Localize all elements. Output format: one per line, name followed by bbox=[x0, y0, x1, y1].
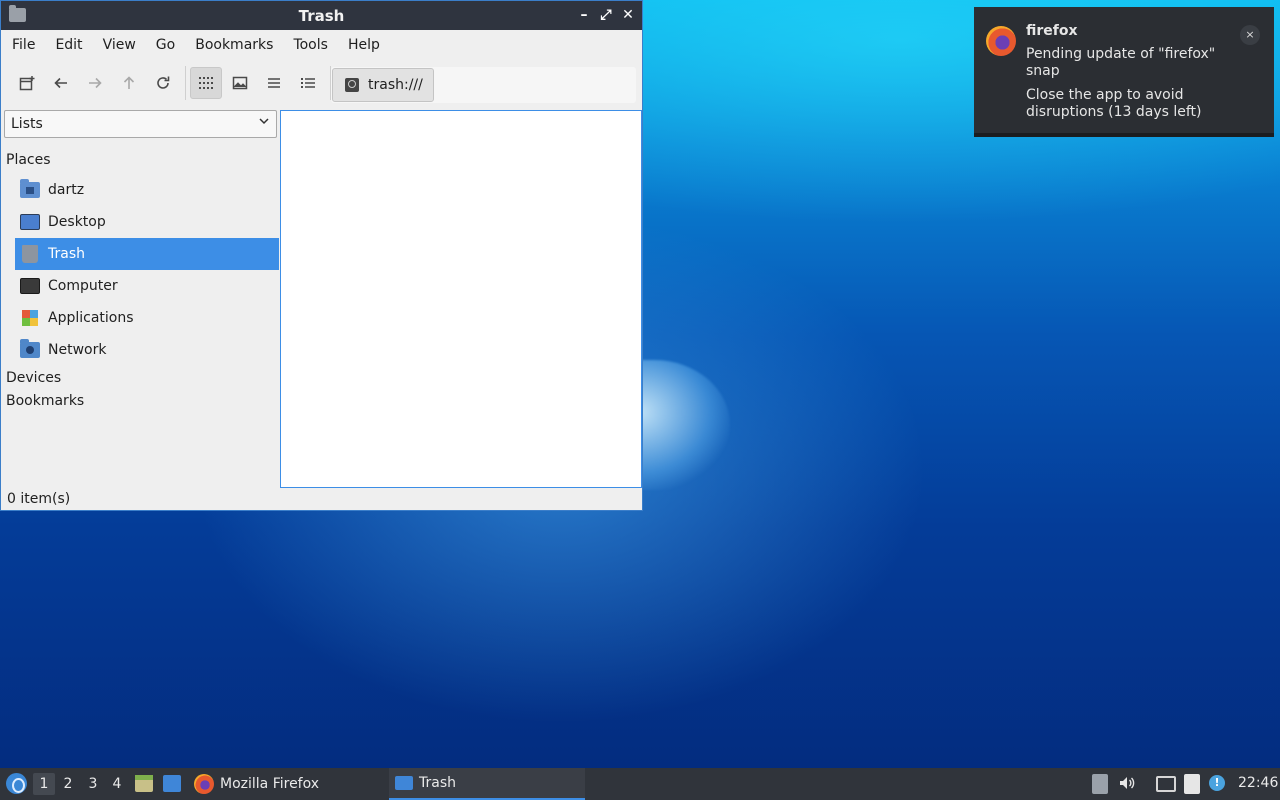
thumbnail-view-icon bbox=[232, 76, 248, 90]
firefox-icon bbox=[194, 774, 214, 794]
menu-bookmarks[interactable]: Bookmarks bbox=[188, 37, 280, 53]
notification-detail: Close the app to avoid disruptions (13 d… bbox=[1026, 87, 1202, 120]
clock[interactable]: 22:46 bbox=[1238, 775, 1278, 791]
minimize-button[interactable]: – bbox=[576, 5, 592, 25]
menu-edit[interactable]: Edit bbox=[48, 37, 89, 53]
icon-view-icon bbox=[199, 77, 213, 89]
side-pane: Lists Places dartz Desktop Trash Compute… bbox=[3, 110, 279, 488]
places-list: dartz Desktop Trash Computer Application… bbox=[3, 174, 279, 366]
compact-view-icon bbox=[268, 78, 280, 88]
place-item-applications[interactable]: Applications bbox=[15, 302, 279, 334]
place-label: Trash bbox=[48, 246, 85, 262]
up-icon bbox=[123, 76, 135, 89]
menu-go[interactable]: Go bbox=[149, 37, 182, 53]
detailed-list-button[interactable] bbox=[292, 67, 324, 99]
network-icon bbox=[20, 339, 40, 358]
task-firefox[interactable]: Mozilla Firefox bbox=[194, 768, 384, 800]
icon-view-button[interactable] bbox=[190, 67, 222, 99]
place-item-trash[interactable]: Trash bbox=[15, 238, 279, 270]
new-tab-button[interactable] bbox=[11, 67, 43, 99]
task-label: Mozilla Firefox bbox=[220, 776, 320, 792]
network-status-icon[interactable] bbox=[1156, 776, 1176, 792]
new-tab-icon bbox=[19, 76, 35, 91]
applications-icon bbox=[22, 310, 38, 326]
notification-close-button[interactable]: × bbox=[1240, 25, 1260, 45]
place-item-computer[interactable]: Computer bbox=[15, 270, 279, 302]
notification-app-name: firefox bbox=[1026, 23, 1078, 39]
maximize-button[interactable]: ⤢ bbox=[598, 5, 614, 25]
window-title: Trash bbox=[298, 6, 345, 25]
clipboard-icon[interactable] bbox=[1184, 774, 1200, 794]
taskbar: 1 2 3 4 Mozilla Firefox Trash ! 22:46 bbox=[0, 768, 1280, 800]
tray-updates-icon[interactable] bbox=[1092, 774, 1108, 794]
up-button[interactable] bbox=[113, 67, 145, 99]
window-controls: – ⤢ ✕ bbox=[576, 5, 636, 25]
section-bookmarks[interactable]: Bookmarks bbox=[6, 389, 279, 412]
trash-icon bbox=[22, 245, 38, 263]
menu-file[interactable]: File bbox=[5, 37, 42, 53]
folder-icon bbox=[395, 776, 413, 790]
status-bar-text: 0 item(s) bbox=[7, 491, 71, 507]
side-pane-mode-select[interactable]: Lists bbox=[4, 110, 277, 138]
place-label: Computer bbox=[48, 278, 118, 294]
task-label: Trash bbox=[419, 775, 456, 791]
place-label: Applications bbox=[48, 310, 134, 326]
thumbnail-view-button[interactable] bbox=[224, 67, 256, 99]
close-button[interactable]: ✕ bbox=[620, 5, 636, 25]
file-manager-window: Trash – ⤢ ✕ File Edit View Go Bookmarks … bbox=[0, 0, 643, 511]
toolbar-separator bbox=[185, 66, 186, 100]
workspace-1[interactable]: 1 bbox=[33, 773, 55, 795]
file-manager-launcher-icon[interactable] bbox=[135, 775, 153, 792]
place-label: dartz bbox=[48, 182, 85, 198]
chevron-down-icon bbox=[258, 115, 270, 131]
menu-view[interactable]: View bbox=[96, 37, 143, 53]
location-path-button[interactable]: trash:/// bbox=[332, 68, 434, 102]
location-path-label: trash:/// bbox=[368, 77, 423, 93]
place-item-home[interactable]: dartz bbox=[15, 174, 279, 206]
place-item-desktop[interactable]: Desktop bbox=[15, 206, 279, 238]
back-button[interactable] bbox=[45, 67, 77, 99]
start-menu-button[interactable] bbox=[6, 773, 27, 794]
desktop-icon bbox=[20, 214, 40, 230]
workspace-4[interactable]: 4 bbox=[106, 773, 128, 795]
location-bar[interactable]: trash:/// bbox=[331, 67, 636, 103]
show-desktop-icon[interactable] bbox=[163, 775, 181, 792]
title-bar[interactable]: Trash – ⤢ ✕ bbox=[1, 1, 642, 30]
section-devices[interactable]: Devices bbox=[6, 366, 279, 389]
menu-tools[interactable]: Tools bbox=[286, 37, 335, 53]
reload-icon bbox=[157, 76, 170, 89]
menu-help[interactable]: Help bbox=[341, 37, 387, 53]
computer-icon bbox=[20, 278, 40, 294]
forward-icon bbox=[89, 77, 102, 89]
forward-button[interactable] bbox=[79, 67, 111, 99]
menu-bar: File Edit View Go Bookmarks Tools Help bbox=[1, 30, 642, 60]
detailed-list-icon bbox=[301, 78, 315, 88]
home-folder-icon bbox=[20, 179, 40, 198]
update-notifier-icon[interactable]: ! bbox=[1209, 775, 1225, 791]
side-pane-mode-value: Lists bbox=[11, 116, 43, 132]
workspace-2[interactable]: 2 bbox=[57, 773, 79, 795]
notification-message: Pending update of "firefox" snap bbox=[1026, 46, 1216, 79]
compact-view-button[interactable] bbox=[258, 67, 290, 99]
toolbar: trash:/// bbox=[1, 60, 642, 106]
volume-icon[interactable] bbox=[1118, 774, 1136, 794]
firefox-icon bbox=[986, 26, 1016, 56]
task-trash[interactable]: Trash bbox=[389, 768, 585, 800]
file-list-area[interactable] bbox=[280, 110, 642, 488]
back-icon bbox=[54, 77, 67, 89]
reload-button[interactable] bbox=[147, 67, 179, 99]
workspace-3[interactable]: 3 bbox=[82, 773, 104, 795]
section-places[interactable]: Places bbox=[6, 152, 279, 168]
notification-popup[interactable]: firefox Pending update of "firefox" snap… bbox=[974, 7, 1274, 137]
place-item-network[interactable]: Network bbox=[15, 334, 279, 366]
place-label: Desktop bbox=[48, 214, 106, 230]
place-label: Network bbox=[48, 342, 107, 358]
drive-icon bbox=[345, 78, 359, 92]
